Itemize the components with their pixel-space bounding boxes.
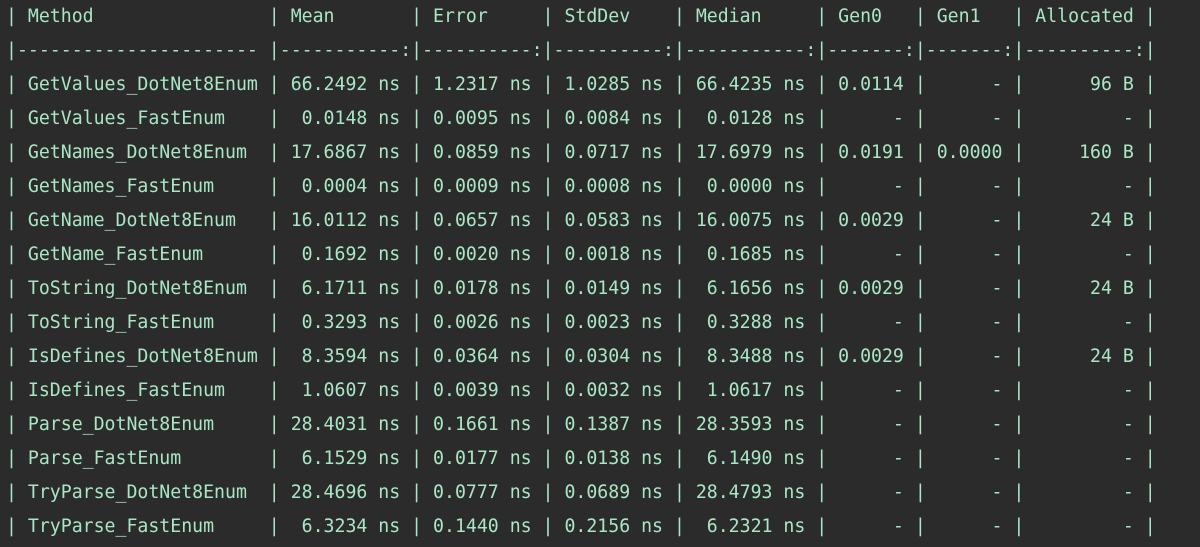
- table-row: | GetValues_DotNet8Enum | 66.2492 ns | 1…: [6, 74, 1156, 95]
- table-row: | Parse_DotNet8Enum | 28.4031 ns | 0.166…: [6, 414, 1156, 435]
- table-row: | GetNames_DotNet8Enum | 17.6867 ns | 0.…: [6, 142, 1156, 163]
- table-row: | GetValues_FastEnum | 0.0148 ns | 0.009…: [6, 108, 1156, 129]
- markdown-benchmark-table: | Method | Mean | Error | StdDev | Media…: [0, 0, 1200, 547]
- table-row: | TryParse_DotNet8Enum | 28.4696 ns | 0.…: [6, 482, 1156, 503]
- table-row: | GetName_FastEnum | 0.1692 ns | 0.0020 …: [6, 244, 1156, 265]
- table-row: | GetName_DotNet8Enum | 16.0112 ns | 0.0…: [6, 210, 1156, 231]
- table-row: | ToString_FastEnum | 0.3293 ns | 0.0026…: [6, 312, 1156, 333]
- table-separator: |---------------------- |-----------:|--…: [6, 40, 1156, 61]
- table-row: | IsDefines_FastEnum | 1.0607 ns | 0.003…: [6, 380, 1156, 401]
- table-row: | IsDefines_DotNet8Enum | 8.3594 ns | 0.…: [6, 346, 1156, 367]
- table-row: | ToString_DotNet8Enum | 6.1711 ns | 0.0…: [6, 278, 1156, 299]
- table-row: | Parse_FastEnum | 6.1529 ns | 0.0177 ns…: [6, 448, 1156, 469]
- table-row: | TryParse_FastEnum | 6.3234 ns | 0.1440…: [6, 516, 1156, 537]
- table-header: | Method | Mean | Error | StdDev | Media…: [6, 6, 1156, 27]
- table-row: | GetNames_FastEnum | 0.0004 ns | 0.0009…: [6, 176, 1156, 197]
